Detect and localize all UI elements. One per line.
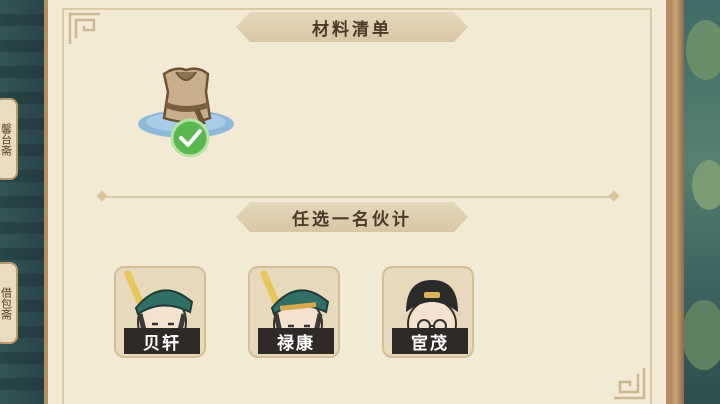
side-tab-jiebao[interactable]: 借包斋 (0, 262, 18, 344)
companion-card-huanmao[interactable]: 宦茂 (382, 266, 474, 358)
companion-name: 宦茂 (411, 333, 449, 354)
background-right (680, 0, 720, 404)
section-divider (98, 196, 618, 198)
side-tab-label: 借包斋 (0, 286, 13, 320)
side-tab-xintai[interactable]: 馨台斋 (0, 98, 18, 180)
companion-name-plate: 贝轩 (124, 328, 200, 354)
side-tab-label: 馨台斋 (0, 122, 13, 156)
check-complete-icon (170, 118, 210, 158)
companion-name: 贝轩 (143, 333, 181, 354)
companions-title-banner: 任选一名伙计 (236, 202, 468, 232)
companion-name: 禄康 (277, 333, 315, 354)
materials-title: 材料清单 (312, 19, 392, 40)
companion-name-plate: 禄康 (258, 328, 334, 354)
companions-title: 任选一名伙计 (292, 209, 412, 230)
panel-edge-right (668, 0, 684, 404)
corner-ornament-icon (68, 12, 102, 46)
game-screen: 馨台斋 借包斋 材料清单 任选一名伙计 贝轩 禄康 宦茂 (0, 0, 720, 404)
corner-ornament-icon (612, 366, 646, 400)
companion-name-plate: 宦茂 (392, 328, 468, 354)
materials-title-banner: 材料清单 (236, 12, 468, 42)
companion-card-lukang[interactable]: 禄康 (248, 266, 340, 358)
companion-card-beixuan[interactable]: 贝轩 (114, 266, 206, 358)
